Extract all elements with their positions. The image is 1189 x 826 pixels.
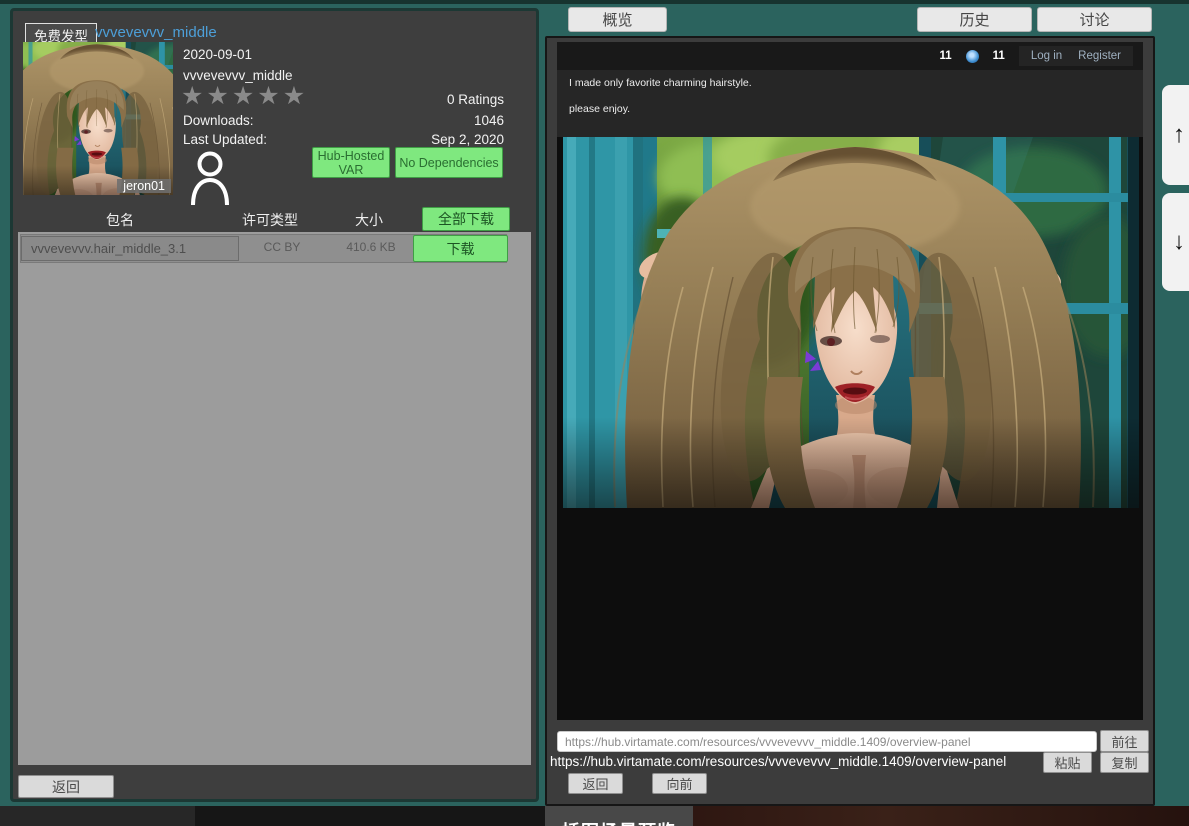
person-icon — [190, 151, 230, 205]
description-line-1: I made only favorite charming hairstyle. — [569, 77, 1131, 90]
down-arrow-icon: ↓ — [1173, 228, 1185, 256]
thumbnail-art — [23, 42, 173, 195]
address-input[interactable] — [557, 731, 1097, 752]
download-all-button[interactable]: 全部下载 — [422, 207, 510, 231]
description-line-2: please enjoy. — [569, 103, 1131, 116]
package-row[interactable]: vvvevevvv.hair_middle_3.1 CC BY 410.6 KB… — [20, 234, 507, 263]
background-ui-strip: 插图场景预览 — [0, 806, 1189, 826]
author-name: jeron01 — [117, 179, 171, 193]
ratings-count: 0 Ratings — [447, 92, 504, 107]
package-name-cell[interactable]: vvvevevvv.hair_middle_3.1 — [21, 236, 239, 261]
go-button[interactable]: 前往 — [1100, 730, 1149, 752]
star-icon: ★ — [232, 82, 257, 110]
web-page: 11 11 Log in Register I made only favori… — [557, 42, 1143, 720]
tab-discussion[interactable]: 讨论 — [1037, 7, 1152, 32]
background-tab-label: 插图场景预览 — [545, 806, 693, 826]
page-topbar: 11 11 Log in Register — [557, 42, 1143, 70]
last-updated-value: Sep 2, 2020 — [431, 132, 504, 147]
column-license: 许可类型 — [220, 210, 320, 230]
download-button[interactable]: 下载 — [413, 235, 508, 262]
release-date: 2020-09-01 — [183, 47, 252, 62]
resource-info-panel: 免费发型 vvvevevvv_middle jeron01 2020-09-01… — [10, 8, 539, 802]
up-arrow-icon: ↑ — [1173, 121, 1185, 149]
star-icon: ★ — [206, 82, 231, 110]
login-link[interactable]: Log in — [1031, 50, 1062, 62]
last-updated-label: Last Updated: — [183, 132, 267, 147]
no-dependencies-badge: No Dependencies — [395, 147, 503, 178]
downloads-label: Downloads: — [183, 113, 254, 128]
resource-title-link[interactable]: vvvevevvv_middle — [95, 24, 217, 41]
package-size: 410.6 KB — [321, 240, 421, 254]
background-scene-edge — [640, 806, 1189, 826]
star-icon: ★ — [181, 82, 206, 110]
register-link[interactable]: Register — [1078, 50, 1121, 62]
panel-back-button[interactable]: 返回 — [18, 775, 114, 798]
package-list: vvvevevvv.hair_middle_3.1 CC BY 410.6 KB… — [18, 232, 531, 765]
star-icon: ★ — [257, 82, 282, 110]
rating-stars[interactable]: ★★★★★ — [181, 81, 308, 111]
package-license: CC BY — [232, 240, 332, 254]
downloads-value: 1046 — [474, 113, 504, 128]
scroll-up-button[interactable]: ↑ — [1162, 85, 1189, 185]
hub-hosted-badge: Hub-Hosted VAR — [312, 147, 390, 178]
preview-art — [563, 137, 1139, 508]
browser-forward-button[interactable]: 向前 — [652, 773, 707, 794]
resource-description: I made only favorite charming hairstyle.… — [557, 70, 1143, 137]
hub-browser-panel: 11 11 Log in Register I made only favori… — [545, 36, 1155, 806]
column-package: 包名 — [70, 210, 170, 230]
app-window: 免费发型 vvvevevvv_middle jeron01 2020-09-01… — [0, 0, 1189, 826]
tab-history[interactable]: 历史 — [917, 7, 1032, 32]
tab-overview[interactable]: 概览 — [568, 7, 667, 32]
like-count: 11 — [939, 50, 951, 62]
preview-image — [563, 137, 1139, 508]
copy-button[interactable]: 复制 — [1100, 752, 1149, 773]
browser-back-button[interactable]: 返回 — [568, 773, 623, 794]
top-border — [0, 0, 1189, 4]
current-url-text: https://hub.virtamate.com/resources/vvve… — [550, 754, 1006, 769]
background-panel-edge — [0, 806, 195, 826]
reply-count: 11 — [993, 50, 1005, 62]
auth-links: Log in Register — [1019, 46, 1133, 66]
discussion-sphere-icon — [966, 50, 979, 63]
resource-thumbnail: jeron01 — [23, 42, 173, 195]
scroll-down-button[interactable]: ↓ — [1162, 193, 1189, 291]
star-icon: ★ — [283, 82, 308, 110]
paste-button[interactable]: 粘贴 — [1043, 752, 1092, 773]
column-size: 大小 — [319, 210, 419, 230]
